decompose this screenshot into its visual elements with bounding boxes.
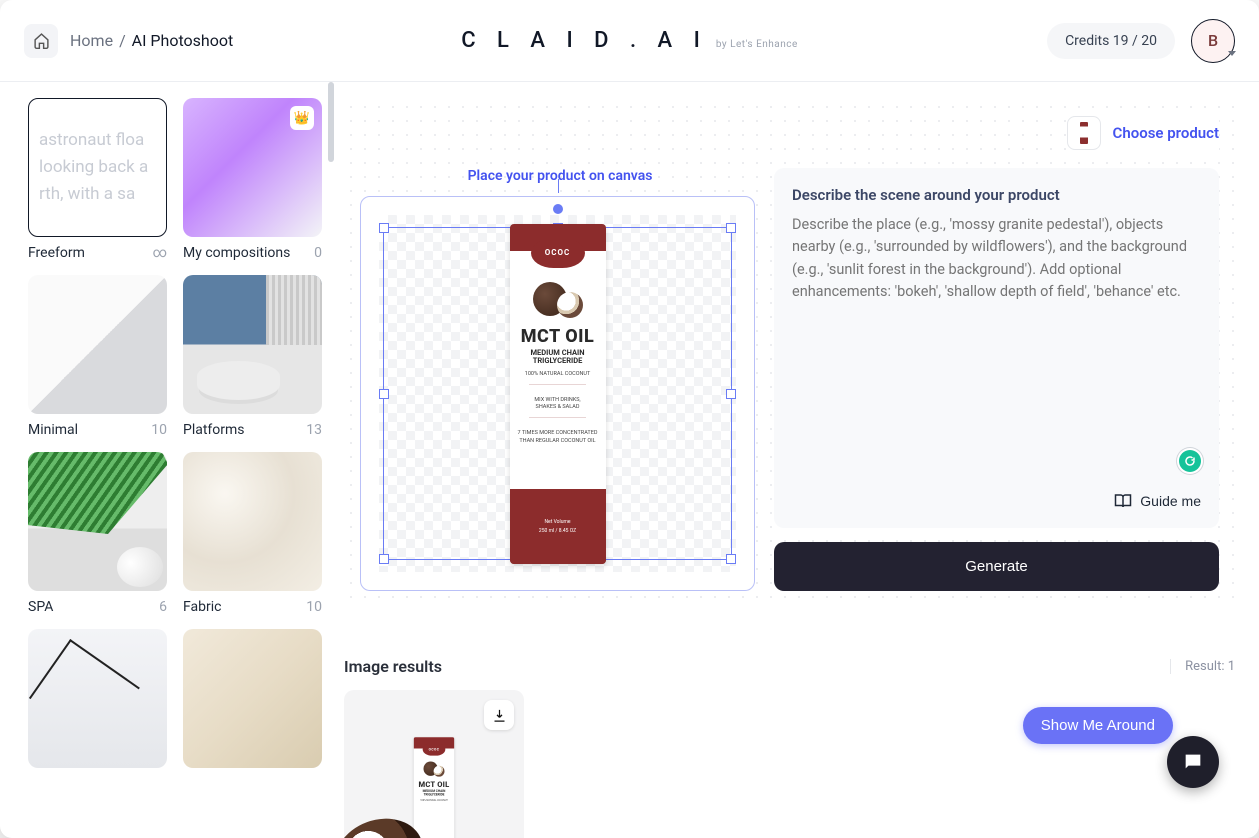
resize-handle-bl[interactable] bbox=[379, 554, 389, 564]
home-icon-button[interactable] bbox=[24, 24, 58, 58]
category-fabric[interactable]: Fabric10 bbox=[183, 452, 322, 615]
results-count: Result: 1 bbox=[1170, 659, 1235, 674]
chat-icon bbox=[1182, 751, 1204, 773]
avatar-menu[interactable]: B bbox=[1191, 19, 1235, 63]
rotate-handle[interactable] bbox=[553, 204, 563, 214]
product-brand-logo: OCOC bbox=[531, 238, 585, 268]
product-canvas[interactable]: OCOC MCT OIL MEDIUM CHAIN TRIGLYCERIDE 1… bbox=[360, 196, 755, 591]
download-icon bbox=[492, 708, 507, 723]
resize-handle-mr[interactable] bbox=[726, 389, 736, 399]
brand-byline: by Let's Enhance bbox=[716, 39, 798, 50]
resize-handle-ml[interactable] bbox=[379, 389, 389, 399]
category-sidebar: astronaut floa looking back a rth, with … bbox=[0, 82, 334, 838]
result-item[interactable]: OCOC MCT OIL MEDIUM CHAIN TRIGLYCERIDE 1… bbox=[344, 690, 524, 838]
product-image[interactable]: OCOC MCT OIL MEDIUM CHAIN TRIGLYCERIDE 1… bbox=[504, 224, 612, 564]
credits-badge[interactable]: Credits 19 / 20 bbox=[1047, 23, 1175, 59]
category-platforms[interactable]: Platforms13 bbox=[183, 275, 322, 438]
category-freeform[interactable]: astronaut floa looking back a rth, with … bbox=[28, 98, 167, 261]
product-title: MCT OIL bbox=[521, 326, 595, 347]
coconut-illustration bbox=[533, 278, 583, 318]
results-heading: Image results bbox=[344, 657, 442, 676]
category-my-compositions[interactable]: 👑 My compositions0 bbox=[183, 98, 322, 261]
show-me-around-button[interactable]: Show Me Around bbox=[1023, 707, 1173, 744]
resize-handle-tr[interactable] bbox=[726, 223, 736, 233]
brand-name: C L A I D . A I bbox=[461, 28, 708, 53]
freeform-preview-text: astronaut floa looking back a rth, with … bbox=[29, 99, 166, 236]
book-icon bbox=[1114, 492, 1132, 510]
category-minimal[interactable]: Minimal10 bbox=[28, 275, 167, 438]
canvas-instruction: Place your product on canvas bbox=[360, 168, 760, 184]
category-extra-1[interactable] bbox=[28, 629, 167, 776]
category-spa[interactable]: SPA6 bbox=[28, 452, 167, 615]
home-icon bbox=[33, 32, 50, 49]
breadcrumb-current: AI Photoshoot bbox=[132, 31, 234, 50]
breadcrumb-home[interactable]: Home bbox=[70, 31, 113, 50]
describe-panel: Describe the scene around your product G… bbox=[774, 168, 1219, 528]
resize-handle-tl[interactable] bbox=[379, 223, 389, 233]
topbar: Home / AI Photoshoot C L A I D . A I by … bbox=[0, 0, 1259, 82]
choose-product-button[interactable]: Choose product bbox=[1067, 116, 1219, 150]
describe-heading: Describe the scene around your product bbox=[792, 186, 1201, 204]
generate-button[interactable]: Generate bbox=[774, 542, 1219, 591]
scene-description-input[interactable] bbox=[792, 214, 1201, 484]
brand-logo: C L A I D . A I by Let's Enhance bbox=[461, 28, 798, 53]
grammarly-icon[interactable] bbox=[1179, 450, 1201, 472]
product-thumbnail-icon bbox=[1067, 116, 1101, 150]
guide-me-button[interactable]: Guide me bbox=[1114, 492, 1201, 510]
resize-handle-br[interactable] bbox=[726, 554, 736, 564]
category-extra-2[interactable] bbox=[183, 629, 322, 776]
breadcrumb: Home / AI Photoshoot bbox=[70, 31, 233, 50]
premium-crown-icon: 👑 bbox=[290, 106, 314, 130]
chat-fab[interactable] bbox=[1167, 736, 1219, 788]
download-button[interactable] bbox=[484, 700, 514, 730]
product-subtitle: MEDIUM CHAIN TRIGLYCERIDE bbox=[530, 349, 584, 366]
